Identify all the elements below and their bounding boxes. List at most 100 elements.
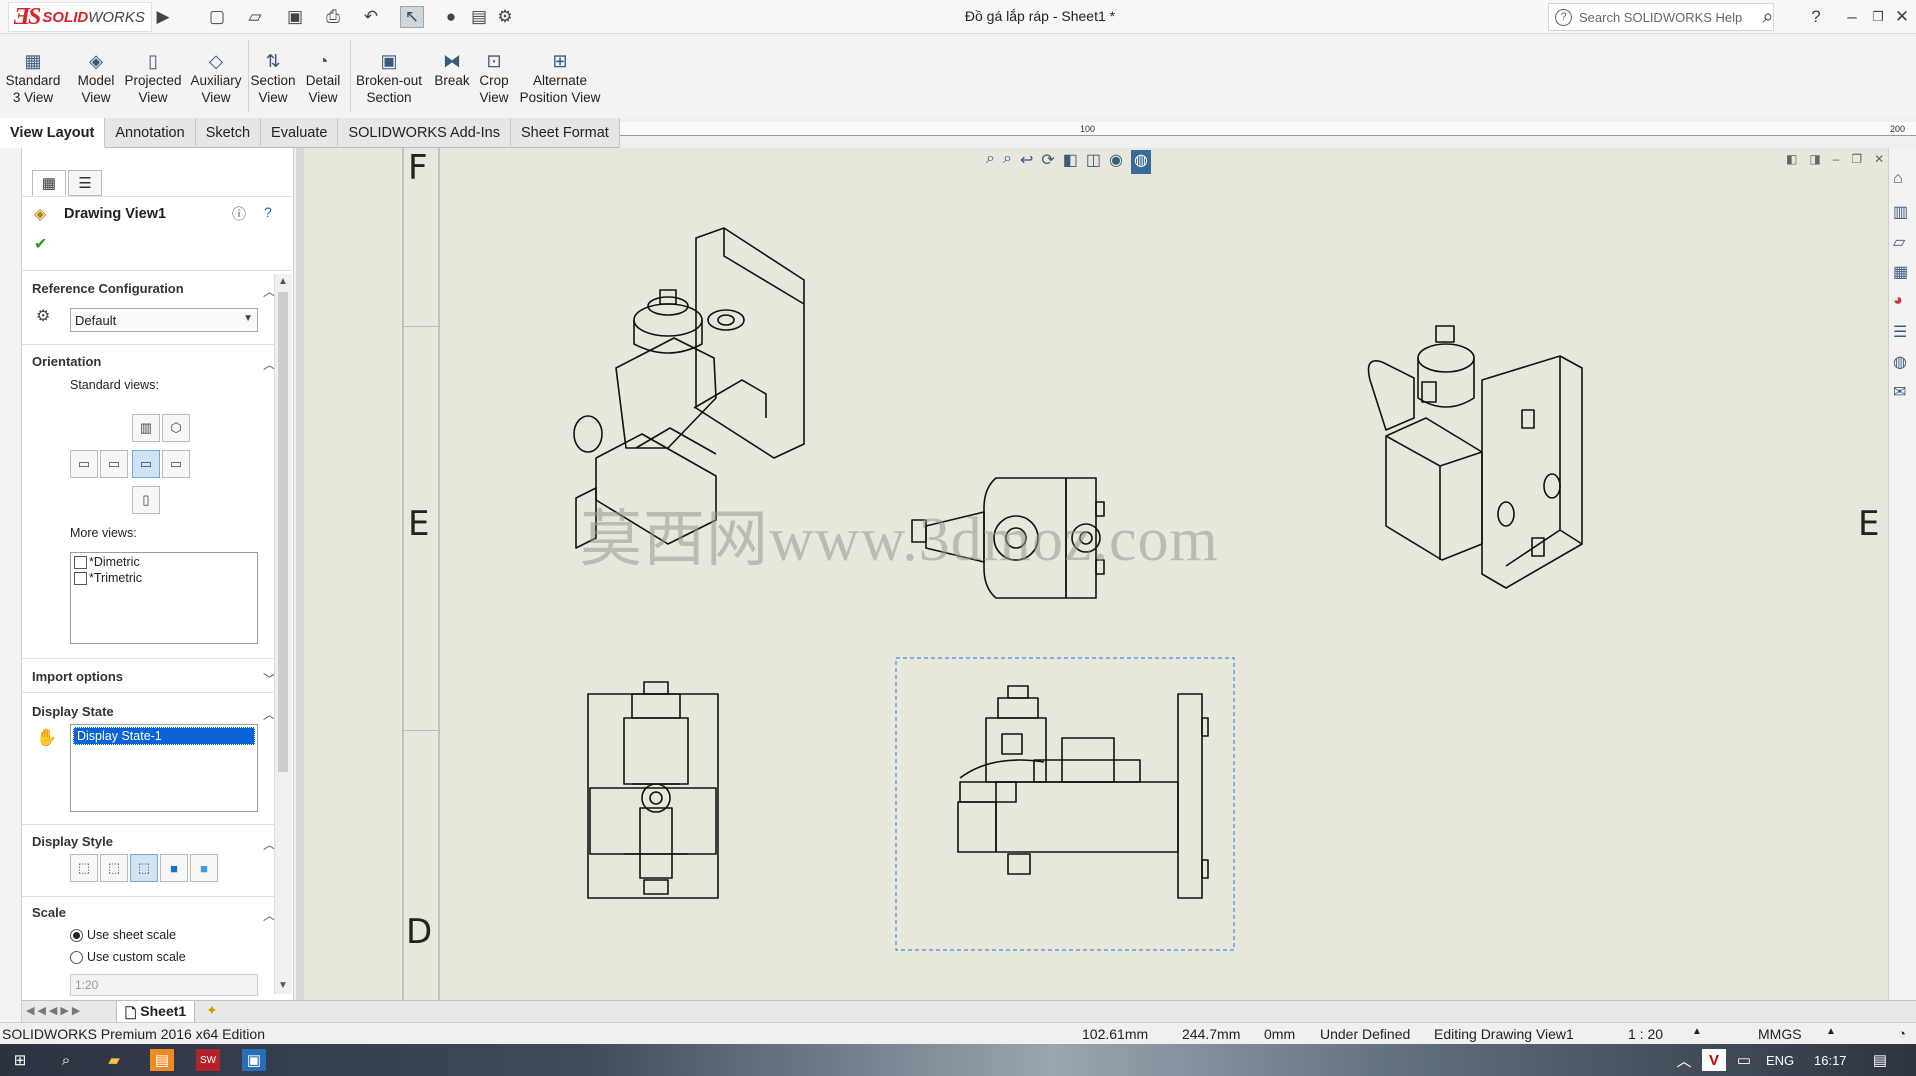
monitor-taskbar-icon[interactable]: ▣ <box>242 1049 266 1071</box>
app-taskbar-icon[interactable]: ▤ <box>150 1049 174 1071</box>
list-item[interactable]: *Dimetric <box>71 553 257 571</box>
checkbox[interactable] <box>74 556 87 570</box>
appearances-icon[interactable]: ◕ <box>1893 292 1903 310</box>
property-manager-tab-icon[interactable]: ▦ <box>32 170 66 196</box>
cmd-projected-view-button[interactable]: ▯ Projected View <box>120 50 186 106</box>
help-menu-icon[interactable]: ? <box>1808 6 1824 28</box>
save-icon[interactable]: ▣ <box>284 6 306 28</box>
file-explorer-icon[interactable]: ▱ <box>1893 232 1905 252</box>
resources-icon[interactable]: ▥ <box>1893 202 1908 222</box>
windows-start-icon[interactable]: ⊞ <box>8 1049 32 1071</box>
top-view-button[interactable]: ▭ <box>100 450 128 478</box>
orientation-header[interactable]: Orientation ︿ <box>32 354 276 373</box>
search-help[interactable]: ? Search SOLIDWORKS Help <box>1548 3 1774 31</box>
list-item[interactable]: *Trimetric <box>71 571 257 586</box>
search-icon[interactable]: ⌕ <box>54 1049 78 1071</box>
cmd-section-view-button[interactable]: ⇅ Section View <box>250 50 296 106</box>
cmd-break-button[interactable]: ⧓ Break <box>432 50 472 89</box>
sheet-nav-arrows-icon[interactable]: ◀◀◀▶▶ <box>26 1004 83 1017</box>
hidden-visible-style-button[interactable]: ⬚ <box>100 854 128 882</box>
hidden-removed-style-button[interactable]: ⬚ <box>130 854 158 882</box>
chevron-down-icon: ▼ <box>243 313 253 324</box>
sheet-scale-status[interactable]: 1 : 20 <box>1628 1026 1663 1042</box>
sheet-tab-sheet1[interactable]: 🗋 Sheet1 <box>116 1001 196 1023</box>
drawing-canvas[interactable]: F E D E ⌕ ⌕ ↩ ⟳ ◧ ◫ ◉ ◍ ◧ ◨ – ❐ ✕ 莫西网www… <box>296 148 1888 1000</box>
solidworks-taskbar-icon[interactable]: SW <box>196 1049 220 1071</box>
list-item[interactable]: Display State-1 <box>73 727 255 745</box>
battery-icon[interactable]: ▭ <box>1732 1049 1756 1071</box>
cmd-model-view-button[interactable]: ◈ Model View <box>70 50 122 106</box>
forum-icon[interactable]: ◍ <box>1893 352 1907 372</box>
cmd-auxiliary-view-button[interactable]: ◇ Auxiliary View <box>188 50 244 106</box>
use-sheet-scale-radio[interactable]: Use sheet scale <box>70 928 176 943</box>
view-palette-icon[interactable]: ▦ <box>1893 262 1908 282</box>
tab-sheet-format[interactable]: Sheet Format <box>511 118 620 148</box>
minimize-icon[interactable]: – <box>1844 6 1860 28</box>
clock-time[interactable]: 16:17 <box>1814 1053 1847 1068</box>
right-view-button[interactable]: ▭ <box>162 450 190 478</box>
reference-configuration-header[interactable]: Reference Configuration ︿ <box>32 281 276 300</box>
tab-sketch[interactable]: Sketch <box>196 118 262 148</box>
new-document-icon[interactable]: ▢ <box>206 6 228 28</box>
isometric-view-button[interactable]: ⬡ <box>162 414 190 442</box>
view-selection-box[interactable] <box>895 657 1235 951</box>
front-view-button[interactable]: ▭ <box>132 450 160 478</box>
antivirus-tray-icon[interactable]: V <box>1702 1049 1726 1071</box>
configuration-dropdown[interactable]: Default ▼ <box>70 308 258 332</box>
scale-header[interactable]: Scale ︿ <box>32 905 276 924</box>
scroll-down-icon[interactable]: ▼ <box>278 980 288 991</box>
help-icon[interactable]: ? <box>264 204 272 220</box>
scale-up-icon[interactable]: ▲ <box>1692 1026 1702 1037</box>
use-custom-scale-radio[interactable]: Use custom scale <box>70 950 186 965</box>
traffic-light-icon[interactable]: ● <box>444 6 458 28</box>
feature-tree-tab-icon[interactable]: ☰ <box>68 170 102 196</box>
pm-scroll-thumb[interactable] <box>278 292 288 772</box>
search-input[interactable]: Search SOLIDWORKS Help <box>1579 10 1742 25</box>
tab-annotation[interactable]: Annotation <box>105 118 196 148</box>
restore-icon[interactable]: ❐ <box>1870 6 1886 28</box>
checkbox[interactable] <box>74 572 87 586</box>
display-state-header[interactable]: Display State ︿ <box>32 704 276 723</box>
what-new-help-icon[interactable]: ⓘ <box>232 204 246 224</box>
tooltip-toggle-icon[interactable]: ◔ <box>1898 1026 1906 1041</box>
cmd-standard-3-view-button[interactable]: ▦ Standard 3 View <box>4 50 62 106</box>
tab-solidworks-add-ins[interactable]: SOLIDWORKS Add-Ins <box>338 118 511 148</box>
home-icon[interactable]: ⌂ <box>1893 170 1903 188</box>
close-icon[interactable]: ✕ <box>1894 6 1910 28</box>
notifications-icon[interactable]: ▤ <box>1868 1049 1892 1071</box>
tab-view-layout[interactable]: View Layout <box>0 118 106 148</box>
import-options-header[interactable]: Import options ﹀ <box>32 669 276 688</box>
cmd-broken-out-section-button[interactable]: ▣ Broken-out Section <box>352 50 426 106</box>
cmd-crop-view-button[interactable]: ⊡ Crop View <box>474 50 514 106</box>
tray-chevron-icon[interactable]: ︿ <box>1672 1049 1696 1071</box>
shaded-edges-style-button[interactable]: ■ <box>160 854 188 882</box>
select-pointer-icon[interactable]: ↖ <box>400 6 424 28</box>
add-sheet-icon[interactable]: ✦ <box>206 1002 218 1019</box>
open-folder-icon[interactable]: ▱ <box>244 6 266 28</box>
cmd-alternate-position-view-button[interactable]: ⊞ Alternate Position View <box>512 50 608 106</box>
bottom-view-button[interactable]: ▯ <box>132 486 160 514</box>
options-gear-icon[interactable]: ⚙ <box>494 6 516 28</box>
solidworks-logo[interactable]: ƎS SOLIDWORKS <box>8 2 152 32</box>
language-indicator[interactable]: ENG <box>1766 1053 1794 1068</box>
back-view-button[interactable]: ▥ <box>132 414 160 442</box>
display-style-header[interactable]: Display Style ︿ <box>32 834 276 853</box>
tab-evaluate[interactable]: Evaluate <box>261 118 339 148</box>
search-magnifier-icon[interactable]: ⌕ <box>1756 6 1780 28</box>
undo-icon[interactable]: ↶ <box>360 6 382 28</box>
scroll-up-icon[interactable]: ▲ <box>278 276 288 287</box>
ok-checkmark-icon[interactable]: ✔ <box>34 234 47 254</box>
wireframe-style-button[interactable]: ⬚ <box>70 854 98 882</box>
custom-properties-icon[interactable]: ☰ <box>1893 322 1907 342</box>
custom-scale-dropdown[interactable]: 1:20 <box>70 974 258 996</box>
units-status[interactable]: MMGS <box>1758 1026 1802 1042</box>
file-explorer-taskbar-icon[interactable]: ▰ <box>102 1049 126 1071</box>
community-icon[interactable]: ✉ <box>1893 382 1906 402</box>
shaded-style-button[interactable]: ■ <box>190 854 218 882</box>
cmd-detail-view-button[interactable]: ◔ Detail View <box>300 50 346 106</box>
menu-expand-icon[interactable]: ▶ <box>156 6 170 28</box>
units-up-icon[interactable]: ▲ <box>1826 1026 1836 1037</box>
file-properties-icon[interactable]: ▤ <box>468 6 490 28</box>
left-view-button[interactable]: ▭ <box>70 450 98 478</box>
print-icon[interactable]: ⎙ <box>322 6 344 28</box>
